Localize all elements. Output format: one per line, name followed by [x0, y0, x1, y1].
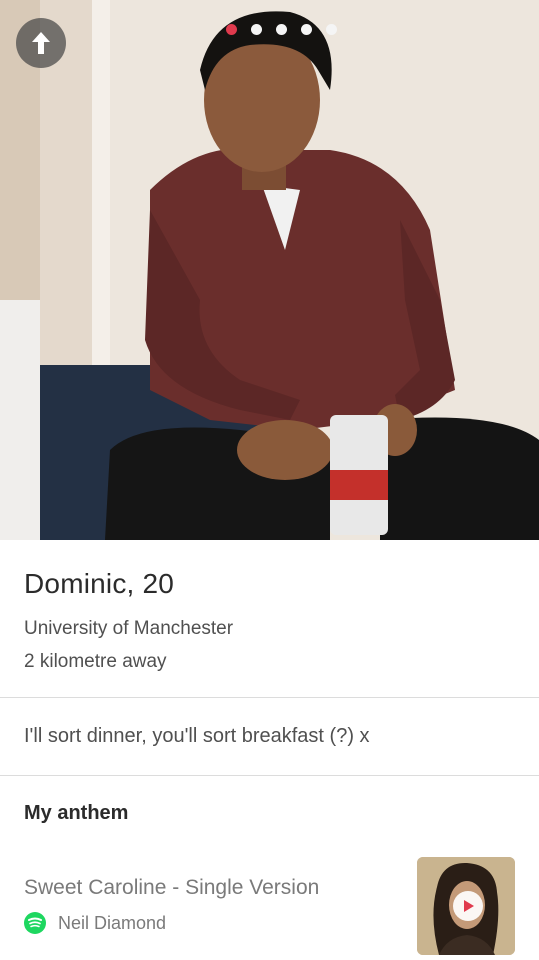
anthem-artist-row: Neil Diamond	[24, 912, 166, 934]
anthem-section-title: My anthem	[24, 802, 129, 824]
anthem-song-title[interactable]: Sweet Caroline - Single Version	[24, 876, 319, 900]
photo-dot[interactable]	[326, 24, 337, 35]
arrow-up-icon	[32, 32, 50, 54]
profile-distance: 2 kilometre away	[24, 651, 167, 672]
spotify-icon	[24, 912, 46, 934]
anthem-artist: Neil Diamond	[58, 912, 167, 933]
photo-dot[interactable]	[301, 24, 312, 35]
profile-name-age: Dominic, 20	[24, 568, 175, 599]
play-button[interactable]	[453, 891, 483, 921]
profile-photo-image	[0, 0, 539, 540]
play-icon	[464, 900, 474, 912]
photo-dot[interactable]	[226, 24, 237, 35]
divider	[0, 775, 539, 776]
profile-photo[interactable]	[0, 0, 539, 540]
photo-dot[interactable]	[276, 24, 287, 35]
collapse-profile-button[interactable]	[16, 18, 66, 68]
divider	[0, 697, 539, 698]
profile-bio: I'll sort dinner, you'll sort breakfast …	[24, 725, 370, 747]
photo-dot[interactable]	[251, 24, 262, 35]
photo-pagination	[226, 24, 337, 35]
profile-school: University of Manchester	[24, 618, 234, 639]
album-art[interactable]	[417, 857, 515, 955]
